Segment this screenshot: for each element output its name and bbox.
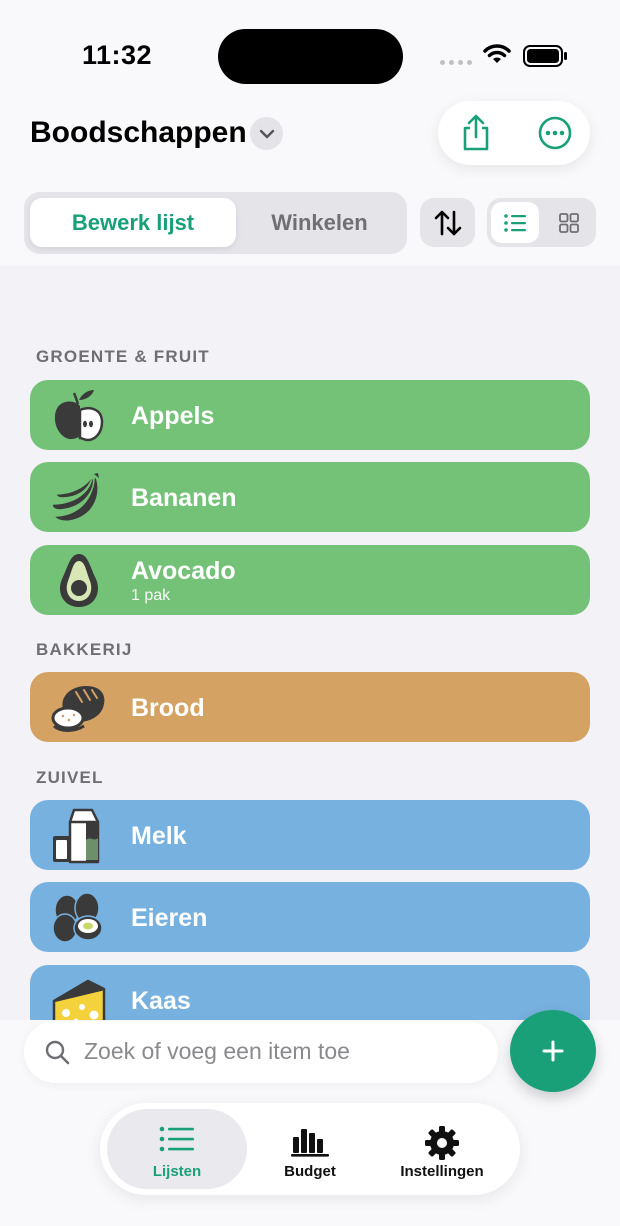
- list-item-avocado[interactable]: Avocado 1 pak: [30, 545, 590, 615]
- list-icon: [159, 1126, 194, 1152]
- grid-view-icon: [559, 212, 579, 233]
- list-item-eieren[interactable]: Eieren: [30, 882, 590, 952]
- eggs-icon: [52, 892, 103, 943]
- add-item-button[interactable]: [510, 1010, 596, 1092]
- chart-icon: [291, 1129, 329, 1157]
- plus-icon: [542, 1040, 564, 1062]
- wifi-icon: [483, 44, 511, 63]
- header-actions: [438, 101, 590, 165]
- search-input[interactable]: Zoek of voeg een item toe: [24, 1021, 498, 1083]
- section-header-dairy: ZUIVEL: [36, 768, 104, 787]
- item-name: Kaas: [131, 987, 191, 1015]
- list-view-button[interactable]: [491, 202, 539, 243]
- gear-icon: [425, 1126, 459, 1160]
- item-name: Avocado: [131, 557, 236, 585]
- tab-label: Instellingen: [400, 1163, 484, 1180]
- list-switcher-button[interactable]: [250, 117, 283, 150]
- tab-edit-list[interactable]: Bewerk lijst: [30, 198, 236, 247]
- section-header-fruit: GROENTE & FRUIT: [36, 347, 210, 366]
- bread-icon: [51, 686, 105, 732]
- list-item-brood[interactable]: Brood: [30, 672, 590, 742]
- tab-instellingen[interactable]: Instellingen: [372, 1109, 512, 1189]
- grid-view-button[interactable]: [545, 202, 593, 243]
- mode-switch: Bewerk lijst Winkelen: [24, 192, 407, 254]
- banana-icon: [51, 473, 99, 522]
- share-button[interactable]: [456, 113, 496, 153]
- item-name: Brood: [131, 694, 205, 722]
- share-icon: [463, 114, 489, 151]
- signal-icon: [440, 60, 472, 65]
- item-name: Appels: [131, 402, 215, 430]
- sort-button[interactable]: [420, 198, 475, 247]
- tab-shopping[interactable]: Winkelen: [238, 198, 401, 247]
- apple-icon: [54, 390, 104, 442]
- item-detail: 1 pak: [131, 587, 171, 604]
- tab-lijsten[interactable]: Lijsten: [107, 1109, 247, 1189]
- more-icon: [538, 116, 572, 150]
- item-name: Melk: [131, 822, 187, 850]
- list-item-bananen[interactable]: Bananen: [30, 462, 590, 532]
- tab-label: Budget: [284, 1163, 336, 1180]
- avocado-icon: [59, 554, 99, 607]
- item-name: Bananen: [131, 484, 237, 512]
- search-placeholder: Zoek of voeg een item toe: [84, 1038, 350, 1064]
- search-icon: [45, 1040, 70, 1065]
- dynamic-island: [218, 29, 403, 84]
- list-view-icon: [504, 213, 526, 232]
- list-item-melk[interactable]: Melk: [30, 800, 590, 870]
- item-name: Eieren: [131, 904, 208, 932]
- status-time: 11:32: [82, 40, 153, 70]
- battery-icon: [523, 45, 567, 67]
- sort-icon: [434, 210, 461, 235]
- tab-budget[interactable]: Budget: [240, 1109, 380, 1189]
- chevron-down-icon: [259, 129, 274, 138]
- view-toggle: [487, 198, 596, 247]
- milk-icon: [53, 808, 100, 864]
- tab-label: Lijsten: [152, 1163, 202, 1180]
- tab-bar: Lijsten Budget Instellingen: [100, 1103, 520, 1195]
- list-item-appels[interactable]: Appels: [30, 380, 590, 450]
- section-header-bakery: BAKKERIJ: [36, 640, 133, 659]
- more-button[interactable]: [535, 113, 575, 153]
- list-title[interactable]: Boodschappen: [30, 116, 247, 150]
